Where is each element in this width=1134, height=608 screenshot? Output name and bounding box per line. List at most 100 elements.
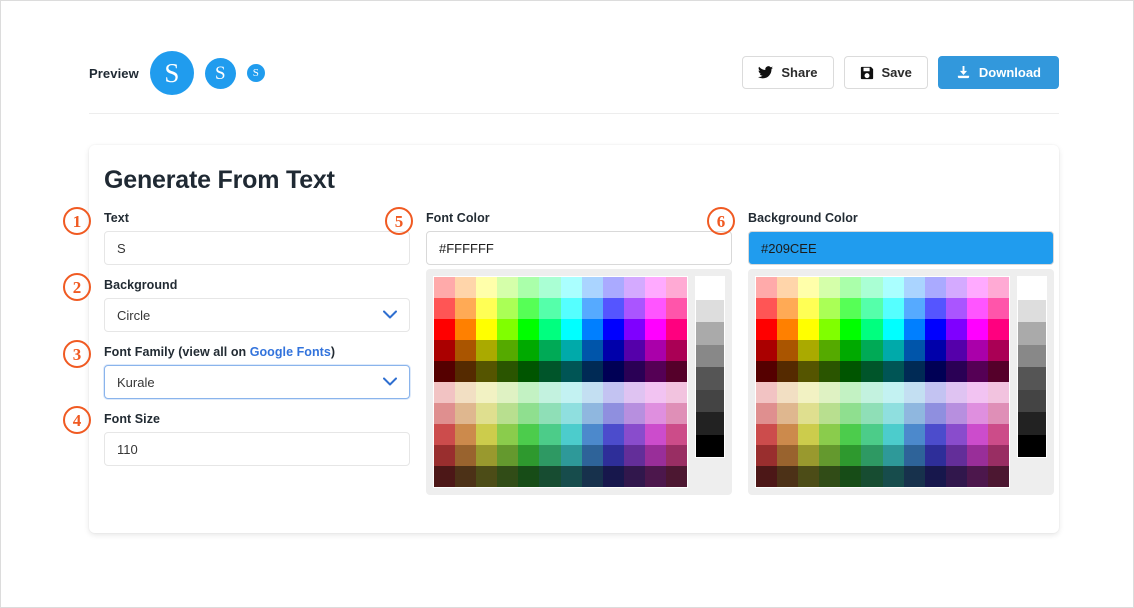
color-swatch[interactable] — [581, 277, 603, 298]
color-swatch[interactable] — [581, 361, 603, 382]
color-swatch[interactable] — [777, 466, 799, 487]
color-swatch[interactable] — [756, 466, 778, 487]
color-swatch[interactable] — [581, 298, 603, 319]
gray-swatch[interactable] — [696, 322, 724, 345]
color-swatch[interactable] — [945, 382, 967, 403]
color-swatch[interactable] — [861, 466, 883, 487]
color-swatch[interactable] — [602, 277, 624, 298]
color-swatch[interactable] — [560, 319, 582, 340]
color-swatch[interactable] — [861, 340, 883, 361]
color-swatch[interactable] — [455, 466, 477, 487]
color-swatch[interactable] — [882, 424, 904, 445]
color-swatch[interactable] — [434, 466, 456, 487]
color-swatch[interactable] — [623, 382, 645, 403]
color-swatch[interactable] — [987, 319, 1009, 340]
color-swatch[interactable] — [434, 382, 456, 403]
color-swatch[interactable] — [819, 424, 841, 445]
color-swatch[interactable] — [861, 445, 883, 466]
color-swatch[interactable] — [623, 424, 645, 445]
share-button[interactable]: Share — [742, 56, 834, 89]
color-swatch[interactable] — [945, 298, 967, 319]
color-swatch[interactable] — [903, 445, 925, 466]
color-swatch[interactable] — [966, 298, 988, 319]
color-swatch[interactable] — [560, 403, 582, 424]
color-swatch[interactable] — [623, 277, 645, 298]
color-swatch[interactable] — [476, 403, 498, 424]
background-color-input[interactable]: #209CEE — [748, 231, 1054, 265]
color-swatch[interactable] — [455, 445, 477, 466]
color-swatch[interactable] — [966, 424, 988, 445]
color-swatch[interactable] — [560, 466, 582, 487]
color-swatch[interactable] — [476, 424, 498, 445]
color-swatch[interactable] — [476, 361, 498, 382]
color-swatch[interactable] — [945, 466, 967, 487]
color-swatch[interactable] — [623, 445, 645, 466]
color-swatch[interactable] — [903, 340, 925, 361]
color-swatch[interactable] — [966, 361, 988, 382]
color-swatch[interactable] — [518, 445, 540, 466]
color-swatch[interactable] — [861, 424, 883, 445]
color-swatch[interactable] — [539, 340, 561, 361]
color-swatch[interactable] — [539, 277, 561, 298]
color-swatch[interactable] — [798, 319, 820, 340]
color-swatch[interactable] — [602, 466, 624, 487]
color-swatch[interactable] — [434, 445, 456, 466]
color-swatch[interactable] — [987, 445, 1009, 466]
color-swatch[interactable] — [497, 403, 519, 424]
font-color-input[interactable]: #FFFFFF — [426, 231, 732, 265]
color-swatch[interactable] — [987, 466, 1009, 487]
color-swatch[interactable] — [434, 403, 456, 424]
color-swatch[interactable] — [987, 298, 1009, 319]
color-swatch[interactable] — [903, 277, 925, 298]
color-swatch[interactable] — [903, 424, 925, 445]
color-swatch[interactable] — [560, 361, 582, 382]
color-swatch[interactable] — [840, 361, 862, 382]
font-family-select[interactable]: Kurale — [104, 365, 410, 399]
color-swatch[interactable] — [819, 277, 841, 298]
color-swatch[interactable] — [644, 361, 666, 382]
color-swatch[interactable] — [518, 382, 540, 403]
color-swatch[interactable] — [518, 361, 540, 382]
color-swatch[interactable] — [819, 382, 841, 403]
gray-swatch[interactable] — [1018, 367, 1046, 390]
save-button[interactable]: Save — [843, 56, 928, 89]
color-swatch[interactable] — [945, 424, 967, 445]
color-swatch[interactable] — [476, 298, 498, 319]
color-swatch[interactable] — [777, 445, 799, 466]
color-swatch[interactable] — [455, 382, 477, 403]
color-swatch[interactable] — [518, 466, 540, 487]
color-swatch[interactable] — [861, 361, 883, 382]
color-swatch[interactable] — [476, 340, 498, 361]
color-swatch[interactable] — [560, 382, 582, 403]
color-swatch[interactable] — [455, 340, 477, 361]
color-swatch[interactable] — [756, 382, 778, 403]
color-swatch[interactable] — [497, 466, 519, 487]
color-swatch[interactable] — [476, 382, 498, 403]
color-swatch[interactable] — [903, 361, 925, 382]
color-swatch[interactable] — [434, 361, 456, 382]
color-swatch[interactable] — [966, 403, 988, 424]
color-swatch[interactable] — [665, 466, 687, 487]
color-swatch[interactable] — [539, 382, 561, 403]
color-swatch[interactable] — [861, 319, 883, 340]
gray-swatch[interactable] — [696, 299, 724, 322]
color-swatch[interactable] — [777, 424, 799, 445]
color-swatch[interactable] — [966, 445, 988, 466]
color-swatch[interactable] — [798, 298, 820, 319]
color-swatch[interactable] — [644, 445, 666, 466]
color-swatch[interactable] — [518, 403, 540, 424]
color-swatch[interactable] — [560, 298, 582, 319]
color-swatch[interactable] — [476, 277, 498, 298]
color-swatch[interactable] — [644, 298, 666, 319]
color-swatch[interactable] — [455, 298, 477, 319]
color-swatch[interactable] — [945, 340, 967, 361]
color-swatch[interactable] — [777, 277, 799, 298]
color-swatch[interactable] — [756, 319, 778, 340]
color-swatch[interactable] — [798, 466, 820, 487]
color-swatch[interactable] — [987, 424, 1009, 445]
color-swatch[interactable] — [798, 277, 820, 298]
color-swatch[interactable] — [945, 319, 967, 340]
color-swatch[interactable] — [665, 382, 687, 403]
color-swatch[interactable] — [777, 319, 799, 340]
color-swatch[interactable] — [924, 361, 946, 382]
